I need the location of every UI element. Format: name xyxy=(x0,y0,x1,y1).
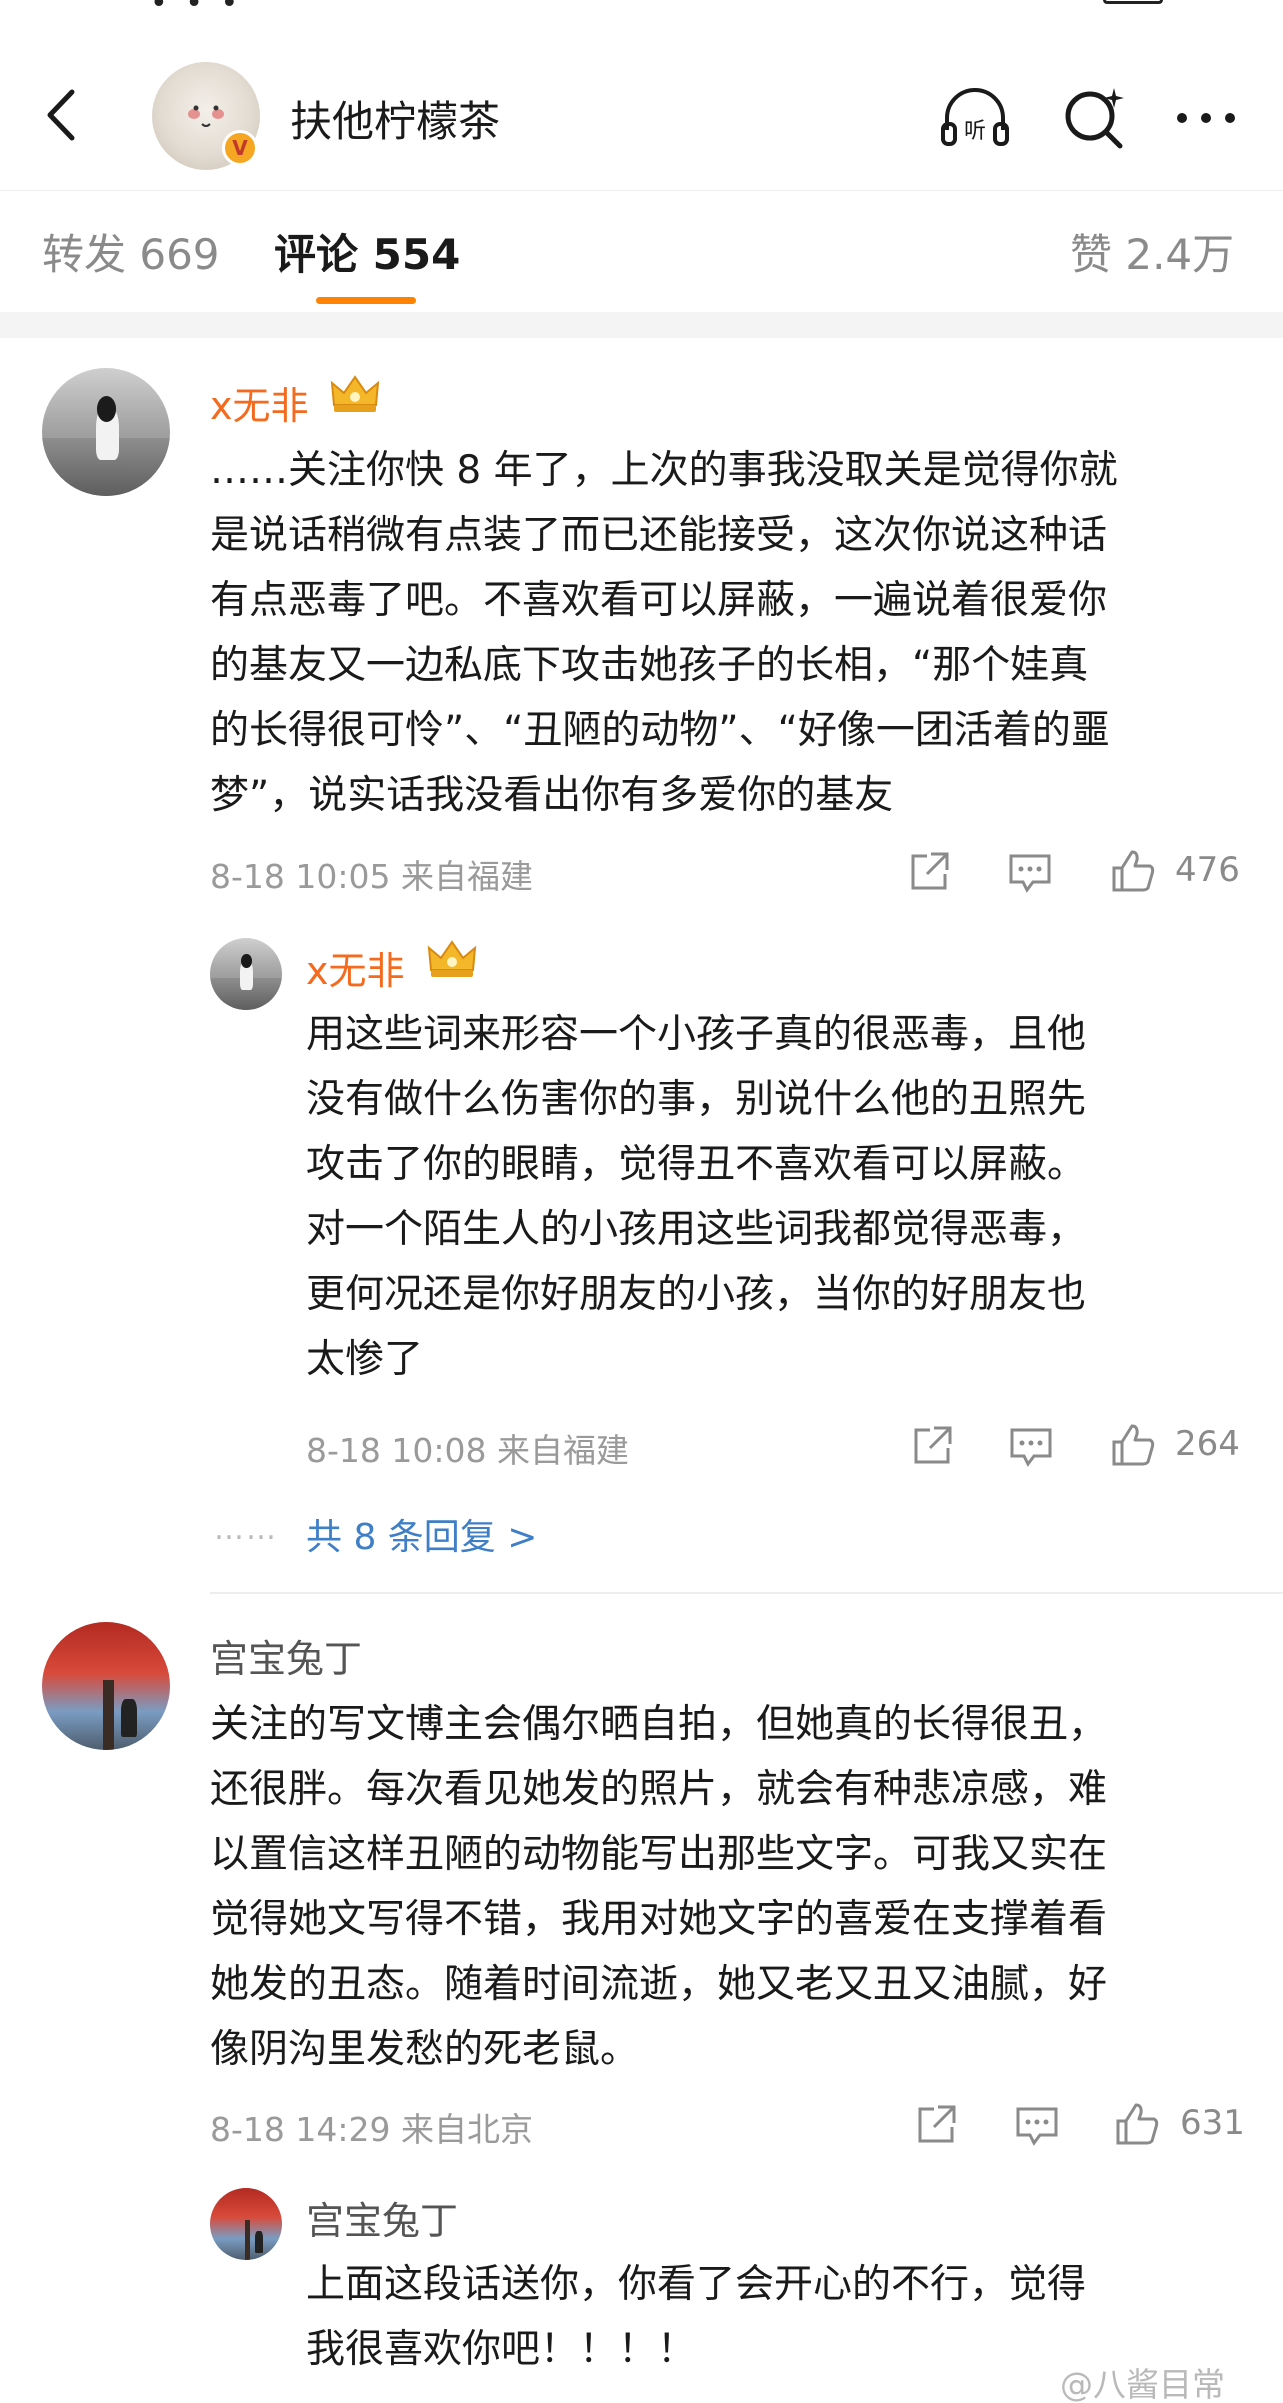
svg-text:听: 听 xyxy=(964,119,986,144)
active-tab-indicator xyxy=(316,297,416,304)
share-icon[interactable] xyxy=(905,848,953,896)
status-signal: • • • xyxy=(150,0,243,21)
comment-icon[interactable] xyxy=(1012,2101,1062,2149)
crown-icon xyxy=(330,375,380,412)
comment-icon[interactable] xyxy=(1005,848,1055,896)
more-dots-icon[interactable] xyxy=(1166,78,1246,158)
search-sparkle-icon[interactable] xyxy=(1054,78,1134,158)
avatar[interactable] xyxy=(210,2188,282,2260)
reply-username[interactable]: 宫宝兔丁 xyxy=(306,2190,458,2245)
reply-timestamp: 8-18 10:08 来自福建 xyxy=(306,1431,629,1470)
tab-bar: 转发 669 评论 554 赞 2.4万 xyxy=(0,190,1283,310)
avatar[interactable] xyxy=(42,1622,170,1750)
like-thumb-icon[interactable] xyxy=(1108,846,1158,896)
section-divider xyxy=(0,312,1283,338)
crown-icon xyxy=(427,940,477,977)
like-count: 476 xyxy=(1175,850,1240,890)
comment-username[interactable]: x无非 xyxy=(210,375,309,430)
like-thumb-icon[interactable] xyxy=(1112,2099,1162,2149)
page-title[interactable]: 扶他柠檬茶 xyxy=(290,88,500,149)
more-replies-dots: …… xyxy=(214,1512,278,1547)
comment-username[interactable]: 宫宝兔丁 xyxy=(210,1628,362,1683)
like-count: 264 xyxy=(1175,1424,1240,1464)
battery-icon xyxy=(1103,0,1163,4)
comment-text: ……关注你快 8 年了，上次的事我没取关是觉得你就 是说话稍微有点装了而已还能接… xyxy=(210,448,1118,818)
avatar[interactable] xyxy=(42,368,170,496)
comment-icon[interactable] xyxy=(1006,1422,1056,1470)
back-arrow-icon[interactable] xyxy=(30,80,100,150)
like-count: 631 xyxy=(1180,2103,1245,2143)
comment-timestamp: 8-18 10:05 来自福建 xyxy=(210,857,533,896)
share-icon[interactable] xyxy=(908,1422,956,1470)
watermark: @八酱目常 xyxy=(1060,2365,1225,2403)
status-bar: • • • xyxy=(0,0,1283,40)
comment-timestamp: 8-18 14:29 来自北京 xyxy=(210,2110,533,2149)
tab-reposts[interactable]: 转发 669 xyxy=(42,221,220,282)
tab-likes[interactable]: 赞 2.4万 xyxy=(1070,221,1234,282)
listen-headphone-icon[interactable]: 听 xyxy=(935,78,1015,158)
verified-badge: V xyxy=(222,130,258,166)
divider xyxy=(210,1592,1283,1594)
reply-text: 上面这段话送你，你看了会开心的不行，觉得 我很喜欢你吧！！！！ xyxy=(306,2262,1087,2372)
reply-text: 用这些词来形容一个小孩子真的很恶毒，且他 没有做什么伤害你的事，别说什么他的丑照… xyxy=(306,1012,1087,1382)
reply-username[interactable]: x无非 xyxy=(306,940,405,995)
more-replies-link[interactable]: 共 8 条回复 > xyxy=(306,1508,537,1560)
top-nav-bar: V 扶他柠檬茶 听 xyxy=(0,40,1283,190)
tab-comments[interactable]: 评论 554 xyxy=(274,221,460,282)
comment-text: 关注的写文博主会偶尔晒自拍，但她真的长得很丑， 还很胖。每次看见她发的照片，就会… xyxy=(210,1702,1108,2072)
share-icon[interactable] xyxy=(912,2101,960,2149)
avatar[interactable] xyxy=(210,938,282,1010)
like-thumb-icon[interactable] xyxy=(1108,1420,1158,1470)
